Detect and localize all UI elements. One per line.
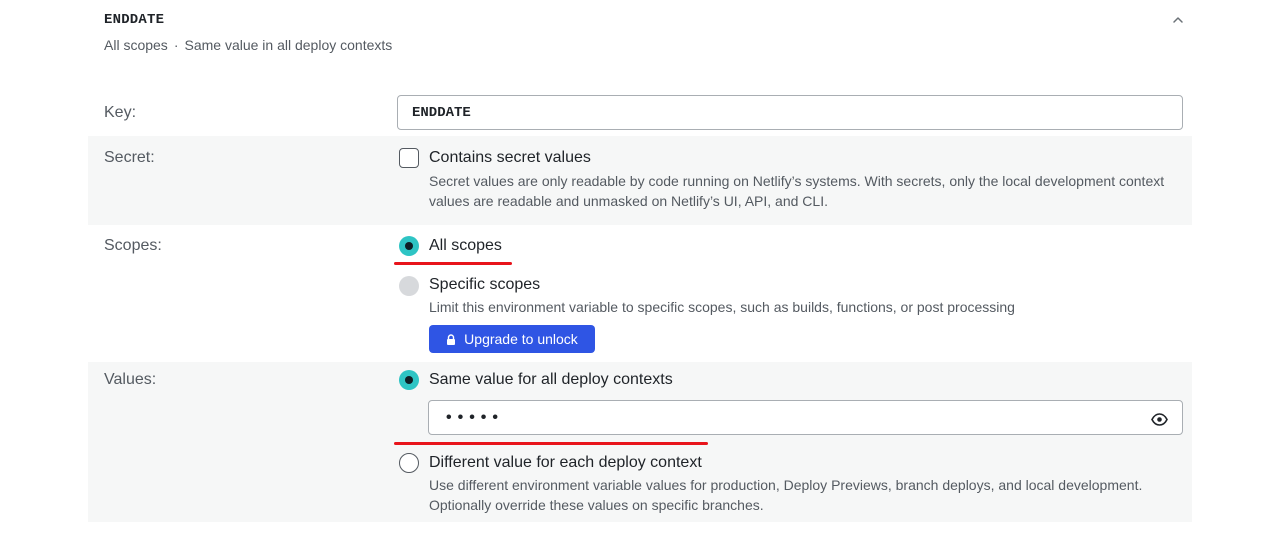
different-value-description: Use different environment variable value…: [429, 475, 1142, 515]
all-scopes-label[interactable]: All scopes: [429, 237, 502, 255]
summary-separator: ·: [173, 37, 179, 53]
annotation-underline-scopes: [394, 262, 512, 265]
specific-scopes-radio[interactable]: [399, 276, 419, 296]
secret-checkbox[interactable]: [399, 148, 419, 168]
chevron-up-icon: [1173, 17, 1183, 23]
secret-description-line-1: Secret values are only readable by code …: [429, 173, 1165, 189]
key-label: Key:: [104, 104, 137, 121]
variable-title: ENDDATE: [104, 12, 165, 28]
radio-selected-dot: [405, 242, 413, 250]
different-value-description-line-2: Optionally override these values on spec…: [429, 497, 764, 513]
specific-scopes-label[interactable]: Specific scopes: [429, 276, 540, 294]
same-value-radio[interactable]: [399, 370, 419, 390]
secret-checkbox-label[interactable]: Contains secret values: [429, 149, 591, 167]
all-scopes-radio[interactable]: [399, 236, 419, 256]
scopes-label: Scopes:: [104, 237, 162, 254]
masked-value: •••••: [444, 408, 503, 427]
context-summary: Same value in all deploy contexts: [184, 37, 393, 53]
secret-label: Secret:: [104, 149, 155, 166]
values-label: Values:: [104, 371, 157, 388]
variable-summary: All scopes · Same value in all deploy cont…: [104, 37, 392, 53]
key-input[interactable]: ENDDATE: [397, 95, 1183, 130]
different-value-description-line-1: Use different environment variable value…: [429, 477, 1143, 493]
specific-scopes-description: Limit this environment variable to speci…: [429, 299, 1015, 315]
upgrade-button-label: Upgrade to unlock: [464, 331, 578, 347]
eye-icon: [1150, 412, 1168, 426]
reveal-value-button[interactable]: [1150, 410, 1168, 428]
scopes-row: Scopes:: [88, 225, 1192, 362]
radio-selected-dot: [405, 376, 413, 384]
secret-description: Secret values are only readable by code …: [429, 171, 1164, 211]
lock-icon: [447, 333, 456, 345]
upgrade-button[interactable]: Upgrade to unlock: [429, 325, 595, 353]
different-value-label[interactable]: Different value for each deploy context: [429, 454, 702, 472]
secret-description-line-2: values are readable and unmasked on Netl…: [429, 193, 828, 209]
value-input[interactable]: •••••: [428, 400, 1183, 435]
same-value-label[interactable]: Same value for all deploy contexts: [429, 371, 673, 389]
annotation-underline-values: [394, 442, 708, 445]
scope-summary: All scopes: [104, 37, 168, 53]
different-value-radio[interactable]: [399, 453, 419, 473]
collapse-button[interactable]: [1168, 10, 1188, 30]
